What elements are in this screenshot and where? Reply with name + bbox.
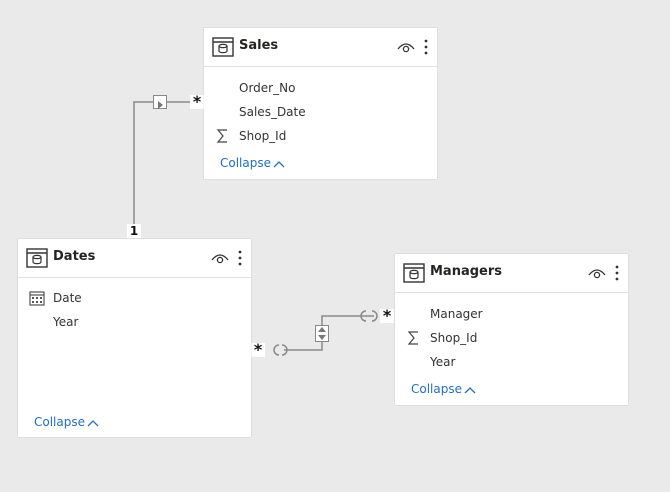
chevron-up-icon [464, 386, 476, 393]
eye-icon[interactable] [397, 40, 415, 54]
model-canvas[interactable]: * 1 * * Sales Order_No Sales_Date Shop_I… [0, 0, 670, 492]
table-card-sales[interactable]: Sales Order_No Sales_Date Shop_Id Collap… [204, 28, 437, 179]
sum-icon [407, 331, 418, 345]
table-title: Dates [53, 249, 96, 264]
field-row-year[interactable]: Year [18, 312, 251, 332]
more-options-icon[interactable] [423, 38, 429, 56]
relationship-line-sales-dates [133, 101, 195, 231]
table-header[interactable]: Dates [18, 239, 251, 278]
chevron-up-icon [87, 419, 99, 426]
single-direction-filter-icon[interactable] [153, 95, 167, 109]
table-title: Sales [239, 38, 279, 53]
relationship-line-dates-managers [284, 315, 374, 351]
table-header[interactable]: Sales [204, 28, 437, 67]
cardinality-sales-many: * [190, 94, 204, 110]
eye-icon[interactable] [588, 266, 606, 280]
collapse-label: Collapse [220, 156, 271, 170]
more-options-icon[interactable] [614, 264, 620, 282]
field-row-shop-id[interactable]: Shop_Id [395, 328, 628, 348]
table-icon [403, 263, 425, 283]
chevron-up-icon [273, 160, 285, 167]
field-label: Shop_Id [239, 129, 287, 143]
field-row-order-no[interactable]: Order_No [204, 78, 437, 98]
table-header[interactable]: Managers [395, 254, 628, 293]
optional-end-marker-dates [273, 344, 280, 356]
field-row-year[interactable]: Year [395, 352, 628, 372]
sum-icon [216, 129, 227, 143]
table-card-managers[interactable]: Managers Manager Shop_Id Year Collapse [395, 254, 628, 405]
field-row-manager[interactable]: Manager [395, 304, 628, 324]
collapse-button[interactable]: Collapse [34, 415, 99, 429]
field-row-sales-date[interactable]: Sales_Date [204, 102, 437, 122]
field-row-date[interactable]: Date [18, 288, 251, 308]
field-label: Year [430, 355, 456, 369]
cardinality-dates-one: 1 [127, 224, 141, 238]
field-label: Shop_Id [430, 331, 478, 345]
collapse-button[interactable]: Collapse [411, 382, 476, 396]
table-icon [26, 248, 48, 268]
eye-icon[interactable] [211, 251, 229, 265]
collapse-label: Collapse [34, 415, 85, 429]
cardinality-managers-many: * [380, 308, 394, 324]
field-label: Manager [430, 307, 483, 321]
field-row-shop-id[interactable]: Shop_Id [204, 126, 437, 146]
collapse-label: Collapse [411, 382, 462, 396]
table-icon [212, 37, 234, 57]
both-direction-filter-icon[interactable] [315, 325, 329, 342]
field-label: Date [53, 291, 82, 305]
field-label: Sales_Date [239, 105, 306, 119]
more-options-icon[interactable] [237, 249, 243, 267]
field-label: Order_No [239, 81, 296, 95]
table-card-dates[interactable]: Dates Date Year Collapse [18, 239, 251, 437]
cardinality-dates-many: * [251, 342, 265, 358]
collapse-button[interactable]: Collapse [220, 156, 285, 170]
calendar-icon [29, 291, 45, 306]
field-label: Year [53, 315, 79, 329]
table-title: Managers [430, 264, 503, 279]
